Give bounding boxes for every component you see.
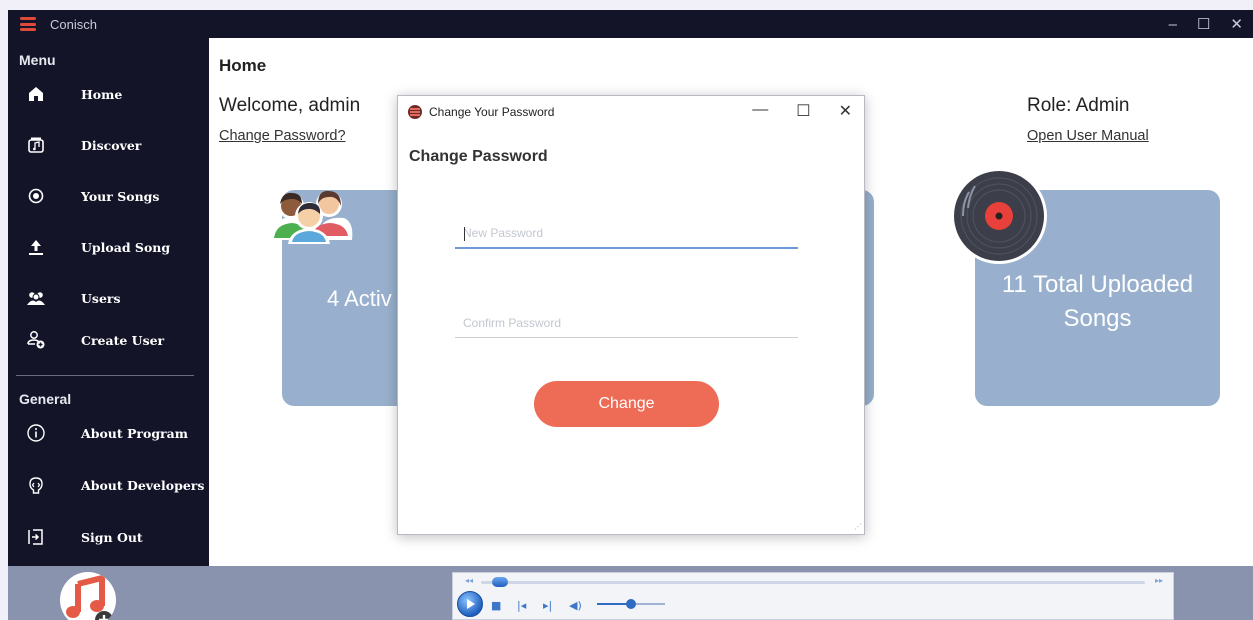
sidebar-item-label: Your Songs: [81, 188, 160, 204]
sidebar-divider: [16, 375, 194, 376]
dialog-maximize-button[interactable]: ☐: [796, 101, 810, 121]
close-button[interactable]: ✕: [1230, 15, 1243, 33]
previous-button[interactable]: |◂: [517, 599, 526, 612]
app-title: Conisch: [50, 16, 97, 32]
media-player: ◂◂ ▸▸ ■ |◂ ▸| ◀): [452, 572, 1174, 620]
sidebar-item-upload-song[interactable]: Upload Song: [8, 232, 209, 262]
sidebar-item-discover[interactable]: Discover: [8, 130, 209, 160]
volume-icon[interactable]: ◀): [569, 599, 582, 612]
sidebar-item-users[interactable]: Users: [8, 283, 209, 313]
sign-out-icon: [26, 527, 46, 547]
dialog-app-icon: [408, 105, 422, 119]
seek-end-icon: ▸▸: [1155, 576, 1164, 585]
vinyl-record-icon: [949, 166, 1049, 270]
minimize-button[interactable]: –: [1169, 16, 1177, 33]
change-password-link[interactable]: Change Password?: [219, 128, 346, 144]
next-button[interactable]: ▸|: [543, 599, 552, 612]
developer-icon: [26, 475, 46, 495]
resize-grip[interactable]: ⋰: [854, 522, 862, 531]
sidebar-item-about-program[interactable]: About Program: [8, 418, 209, 448]
total-songs-card-text: 11 Total Uploaded Songs: [1001, 271, 1194, 332]
app-logo-icon: [20, 17, 36, 31]
role-text: Role: Admin: [1027, 95, 1130, 116]
music-logo-icon: [60, 572, 116, 620]
sidebar-item-label: Sign Out: [81, 529, 143, 545]
add-user-icon: [26, 330, 46, 350]
sidebar-item-label: Home: [81, 86, 123, 102]
sidebar: Menu Home Discover Your Songs Upload Son…: [8, 38, 209, 566]
text-caret: [464, 227, 465, 241]
change-password-dialog: Change Your Password — ☐ ✕ Change Passwo…: [397, 95, 865, 535]
general-section-header: General: [19, 391, 72, 407]
users-group-icon: [264, 178, 354, 252]
confirm-password-input[interactable]: [455, 308, 798, 338]
dialog-heading: Change Password: [409, 148, 548, 165]
sidebar-item-about-developers[interactable]: About Developers: [8, 470, 209, 500]
home-icon: [26, 84, 46, 104]
new-password-input[interactable]: [455, 219, 798, 249]
page-title: Home: [219, 56, 267, 75]
dialog-title: Change Your Password: [429, 105, 555, 119]
sidebar-item-create-user[interactable]: Create User: [8, 325, 209, 355]
sidebar-item-label: Discover: [81, 137, 142, 153]
sidebar-item-label: About Program: [81, 425, 188, 441]
play-icon: [467, 599, 475, 609]
record-icon: [26, 186, 46, 206]
seek-start-icon: ◂◂: [465, 576, 474, 585]
change-button[interactable]: Change: [534, 381, 719, 427]
menu-section-header: Menu: [19, 52, 56, 68]
sidebar-item-sign-out[interactable]: Sign Out: [8, 522, 209, 552]
sidebar-item-label: About Developers: [81, 477, 205, 493]
stop-button[interactable]: ■: [491, 599, 501, 612]
dialog-minimize-button[interactable]: —: [752, 101, 768, 121]
sidebar-item-your-songs[interactable]: Your Songs: [8, 181, 209, 211]
play-button[interactable]: [457, 591, 483, 617]
dialog-title-bar: Change Your Password — ☐ ✕: [398, 96, 864, 128]
sidebar-item-label: Users: [81, 290, 121, 306]
welcome-text: Welcome, admin: [219, 95, 361, 116]
upload-icon: [26, 237, 46, 257]
seek-bar[interactable]: [481, 581, 1145, 584]
music-folder-icon: [26, 135, 46, 155]
info-icon: [26, 423, 46, 443]
seek-handle[interactable]: [492, 577, 509, 587]
window-controls: – ☐ ✕: [1169, 10, 1243, 38]
dialog-window-controls: — ☐ ✕: [752, 101, 852, 121]
bottom-bar: ◂◂ ▸▸ ■ |◂ ▸| ◀): [8, 566, 1253, 620]
dialog-close-button[interactable]: ✕: [839, 101, 852, 121]
open-user-manual-link[interactable]: Open User Manual: [1027, 128, 1149, 144]
sidebar-item-home[interactable]: Home: [8, 79, 209, 109]
users-icon: [26, 288, 46, 308]
sidebar-item-label: Upload Song: [81, 239, 171, 255]
volume-handle[interactable]: [626, 599, 636, 609]
sidebar-item-label: Create User: [81, 332, 165, 348]
maximize-button[interactable]: ☐: [1197, 15, 1210, 33]
active-users-card-text: 4 Activ: [327, 286, 392, 311]
title-bar: Conisch – ☐ ✕: [8, 10, 1253, 38]
